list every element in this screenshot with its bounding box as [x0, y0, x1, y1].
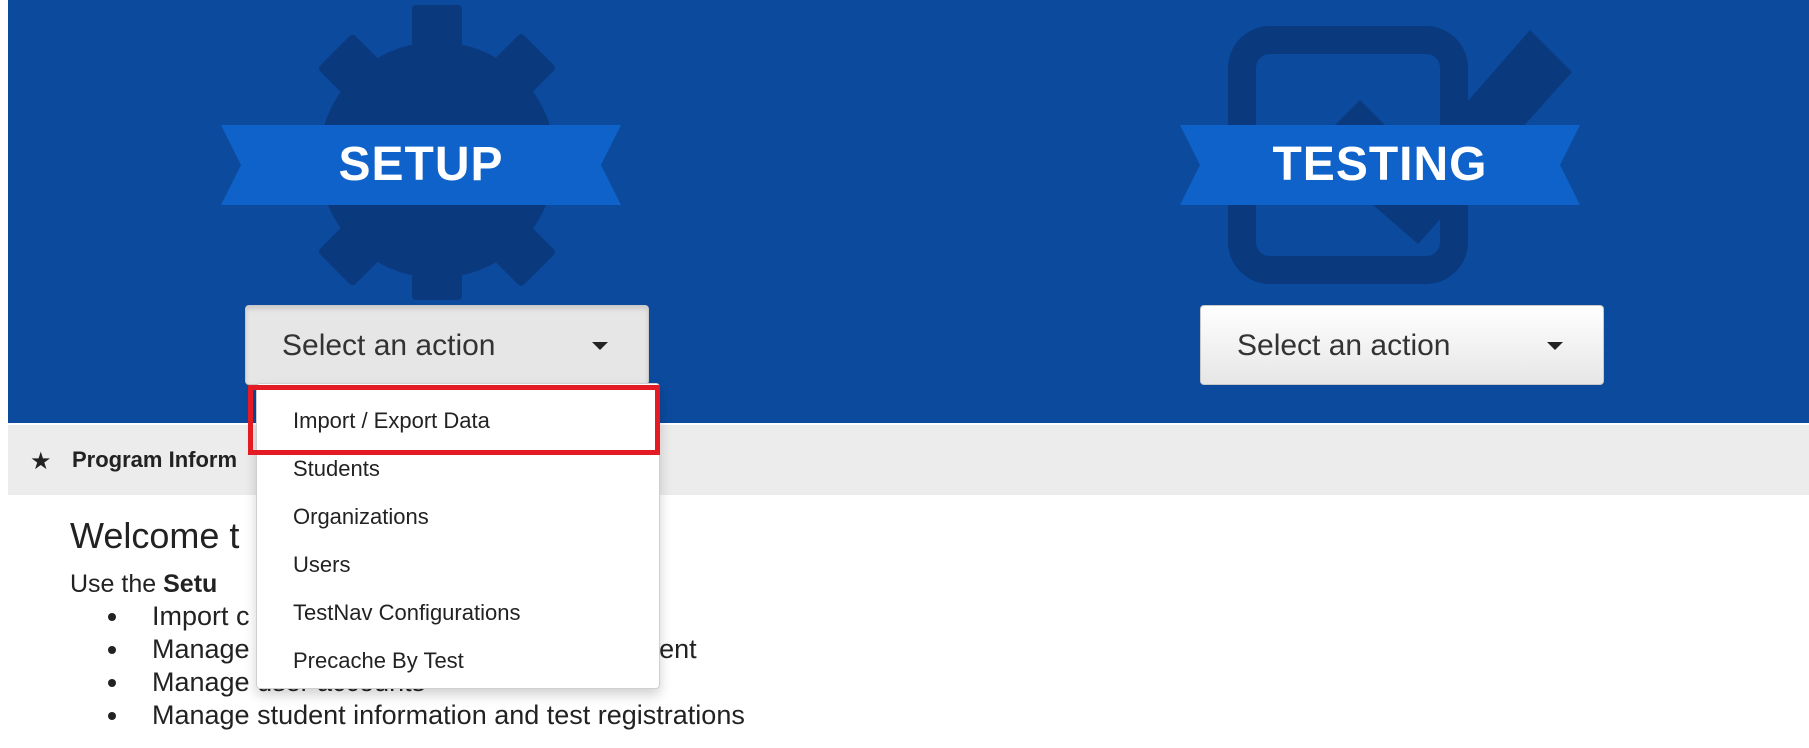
setup-select-label: Select an action [282, 329, 496, 362]
caret-down-icon [1547, 342, 1563, 350]
highlight-annotation [248, 385, 660, 455]
list-item: Manage student information and test regi… [108, 699, 745, 732]
intro-bold: Setu [163, 570, 218, 598]
menu-item-precache-by-test[interactable]: Precache By Test [293, 646, 464, 676]
testing-title: TESTING [1272, 138, 1488, 191]
list-item-text: Manage [152, 634, 250, 664]
menu-item-testnav-configurations[interactable]: TestNav Configurations [293, 598, 520, 628]
star-icon: ★ [30, 448, 52, 475]
hero-left-edge [0, 0, 8, 423]
setup-ribbon: SETUP [221, 125, 621, 205]
hero-banner: SETUP Select an action TESTING Select an… [0, 0, 1809, 423]
menu-item-students[interactable]: Students [293, 454, 380, 484]
setup-panel: SETUP Select an action [221, 0, 665, 423]
setup-title: SETUP [338, 138, 504, 191]
program-info-label: Program Inform [72, 447, 238, 472]
testing-select-action-button[interactable]: Select an action [1200, 305, 1604, 385]
testing-panel: TESTING Select an action [1180, 0, 1620, 423]
caret-down-icon [592, 342, 608, 350]
testing-select-label: Select an action [1237, 329, 1451, 362]
intro-text: Use the Setu [70, 570, 217, 599]
setup-select-action-button[interactable]: Select an action [245, 305, 649, 385]
intro-prefix: Use the [70, 570, 164, 598]
welcome-heading: Welcome t [70, 515, 240, 556]
menu-item-organizations[interactable]: Organizations [293, 502, 429, 532]
menu-item-users[interactable]: Users [293, 550, 350, 580]
testing-ribbon: TESTING [1180, 125, 1580, 205]
